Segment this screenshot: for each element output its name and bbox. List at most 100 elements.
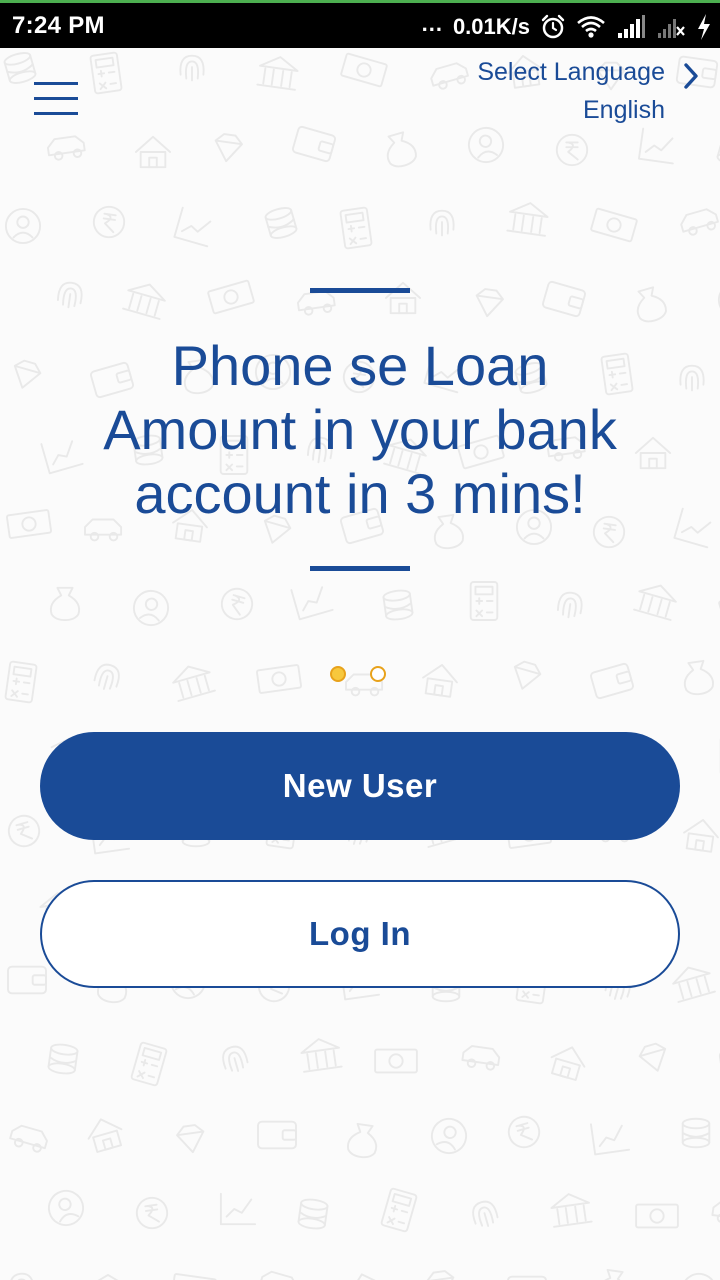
background-doodle bbox=[597, 1268, 628, 1280]
background-doodle bbox=[590, 207, 638, 243]
status-bar: 7:24 PM ... 0.01K/s bbox=[0, 0, 720, 48]
background-doodle bbox=[638, 127, 674, 165]
background-doodle bbox=[56, 281, 83, 309]
background-doodle bbox=[7, 965, 47, 995]
background-doodle bbox=[638, 1042, 667, 1072]
language-label: Select Language bbox=[477, 58, 665, 86]
background-doodle bbox=[426, 1270, 455, 1280]
background-doodle bbox=[134, 135, 172, 169]
status-icons: ... 0.01K/s bbox=[422, 9, 712, 45]
background-doodle bbox=[555, 133, 589, 167]
background-doodle bbox=[173, 206, 212, 248]
background-doodle bbox=[472, 1200, 499, 1227]
background-doodle bbox=[219, 1192, 257, 1226]
background-doodle bbox=[92, 205, 126, 239]
background-doodle bbox=[672, 966, 716, 1003]
login-button[interactable]: Log In bbox=[40, 880, 680, 988]
charging-icon bbox=[696, 13, 712, 41]
background-doodle bbox=[49, 586, 81, 622]
background-pattern bbox=[0, 48, 720, 1280]
background-doodle bbox=[132, 589, 170, 627]
background-doodle bbox=[9, 1124, 48, 1153]
background-doodle bbox=[590, 1123, 630, 1156]
background-doodle bbox=[256, 664, 302, 694]
background-doodle bbox=[469, 581, 499, 621]
background-doodle bbox=[13, 359, 42, 389]
new-user-button[interactable]: New User bbox=[40, 732, 680, 840]
background-doodle bbox=[256, 56, 299, 91]
background-doodle bbox=[87, 1118, 123, 1153]
pager-dot-1[interactable] bbox=[330, 666, 346, 682]
background-doodle bbox=[9, 1272, 36, 1280]
background-doodle bbox=[97, 1273, 119, 1280]
background-doodle bbox=[681, 1117, 711, 1149]
background-doodle bbox=[89, 51, 123, 95]
title-accent-top bbox=[310, 288, 410, 293]
background-doodle bbox=[429, 209, 455, 237]
hero-title: Phone se Loan Amount in your bank accoun… bbox=[103, 334, 617, 525]
background-doodle bbox=[550, 1046, 586, 1081]
background-doodle bbox=[46, 135, 86, 161]
background-doodle bbox=[222, 1045, 249, 1072]
background-doodle bbox=[680, 208, 719, 236]
background-doodle bbox=[683, 818, 719, 853]
alarm-icon bbox=[540, 14, 566, 40]
background-doodle bbox=[290, 586, 334, 621]
background-doodle bbox=[550, 1193, 593, 1228]
background-doodle bbox=[339, 206, 373, 250]
background-doodle bbox=[635, 1203, 679, 1229]
background-doodle bbox=[386, 131, 417, 168]
background-doodle bbox=[47, 1043, 79, 1075]
background-doodle bbox=[296, 290, 336, 316]
background-doodle bbox=[257, 1120, 297, 1150]
background-doodle bbox=[340, 52, 388, 88]
background-doodle bbox=[636, 286, 667, 323]
background-doodle bbox=[673, 507, 712, 549]
background-doodle bbox=[506, 202, 549, 237]
background-doodle bbox=[179, 54, 205, 82]
title-accent-bottom bbox=[310, 566, 410, 571]
background-doodle bbox=[461, 1045, 501, 1071]
background-doodle bbox=[711, 1200, 720, 1223]
background-doodle bbox=[430, 1117, 468, 1155]
background-doodle bbox=[135, 1196, 169, 1230]
background-doodle bbox=[7, 814, 41, 848]
background-doodle bbox=[93, 663, 120, 690]
background-doodle bbox=[122, 283, 166, 320]
status-time: 7:24 PM bbox=[12, 12, 105, 39]
status-dots: ... bbox=[421, 11, 443, 36]
background-doodle bbox=[542, 280, 586, 318]
background-doodle bbox=[292, 125, 336, 163]
background-doodle bbox=[220, 587, 254, 621]
network-speed: 0.01K/s bbox=[452, 14, 530, 39]
background-doodle bbox=[47, 1189, 85, 1227]
background-doodle bbox=[300, 1038, 343, 1073]
pager-dot-2[interactable] bbox=[370, 666, 386, 682]
hamburger-menu-button[interactable] bbox=[28, 78, 84, 120]
background-doodle bbox=[556, 591, 583, 619]
language-selector[interactable]: Select Language English bbox=[410, 58, 700, 132]
chevron-right-icon bbox=[682, 62, 700, 95]
background-doodle bbox=[590, 662, 634, 700]
background-doodle bbox=[683, 659, 714, 696]
background-doodle bbox=[380, 1187, 418, 1233]
background-doodle bbox=[4, 660, 38, 704]
background-doodle bbox=[422, 663, 458, 698]
background-doodle bbox=[633, 584, 677, 621]
carousel-pager bbox=[330, 666, 390, 686]
background-doodle bbox=[716, 137, 720, 167]
background-doodle bbox=[507, 1115, 541, 1149]
signal-off-icon bbox=[656, 15, 686, 39]
background-doodle bbox=[475, 288, 504, 318]
background-doodle bbox=[679, 364, 705, 392]
background-doodle bbox=[297, 1198, 329, 1230]
background-doodle bbox=[176, 1124, 205, 1154]
background-doodle bbox=[207, 279, 255, 315]
wifi-icon bbox=[576, 15, 606, 39]
background-doodle bbox=[171, 1273, 217, 1280]
background-doodle bbox=[680, 1272, 718, 1280]
background-doodle bbox=[348, 1273, 384, 1280]
background-doodle bbox=[172, 665, 216, 702]
background-doodle bbox=[374, 1048, 418, 1074]
language-value: English bbox=[583, 96, 665, 124]
